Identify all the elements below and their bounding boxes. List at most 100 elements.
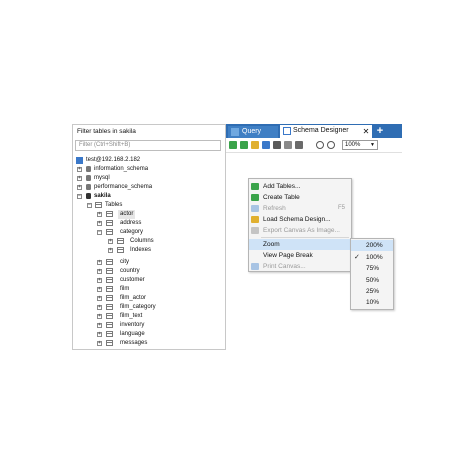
export-image-icon[interactable] bbox=[284, 141, 292, 149]
tree-table-node[interactable]: + film bbox=[75, 285, 225, 294]
expand-icon[interactable]: + bbox=[97, 269, 102, 274]
tree-tables-folder[interactable]: − Tables bbox=[75, 201, 225, 210]
expand-icon[interactable]: + bbox=[77, 185, 82, 190]
expand-icon[interactable]: + bbox=[77, 167, 82, 172]
collapse-icon[interactable]: − bbox=[97, 230, 102, 235]
menu-item-create-table[interactable]: Create Table bbox=[249, 192, 351, 203]
table-icon bbox=[106, 340, 113, 346]
menu-item-label: Add Tables... bbox=[263, 183, 301, 190]
zoom-option[interactable]: 25% bbox=[351, 286, 393, 297]
expand-icon[interactable]: + bbox=[97, 287, 102, 292]
server-label: test@192.168.2.182 bbox=[86, 157, 141, 163]
table-icon bbox=[106, 313, 113, 319]
tree-db-node[interactable]: + information_schema bbox=[75, 165, 225, 174]
expand-icon[interactable]: + bbox=[97, 296, 102, 301]
expand-icon[interactable]: + bbox=[97, 323, 102, 328]
zoom-in-icon[interactable] bbox=[316, 141, 324, 149]
tree-table-node[interactable]: + inventory bbox=[75, 321, 225, 330]
zoom-option[interactable]: 50% bbox=[351, 275, 393, 286]
menu-item-export-canvas[interactable]: Export Canvas As Image... bbox=[249, 225, 351, 236]
menu-item-print-canvas[interactable]: Print Canvas... bbox=[249, 261, 351, 271]
tree-table-node[interactable]: + city bbox=[75, 258, 225, 267]
expand-icon[interactable]: + bbox=[97, 305, 102, 310]
tree-db-node-sakila[interactable]: − sakila bbox=[75, 192, 225, 201]
tree-table-node[interactable]: + country bbox=[75, 267, 225, 276]
table-label: inventory bbox=[120, 322, 145, 328]
print-icon[interactable] bbox=[295, 141, 303, 149]
table-icon bbox=[106, 295, 113, 301]
table-icon bbox=[106, 277, 113, 283]
zoom-option[interactable]: 10% bbox=[351, 297, 393, 308]
expand-icon[interactable]: + bbox=[97, 221, 102, 226]
expand-icon[interactable]: + bbox=[97, 278, 102, 283]
collapse-icon[interactable]: − bbox=[77, 194, 82, 199]
tree-db-node[interactable]: + performance_schema bbox=[75, 183, 225, 192]
open-folder-icon[interactable] bbox=[251, 141, 259, 149]
tables-folder-icon bbox=[95, 202, 102, 208]
menu-item-view-page-break[interactable]: View Page Break bbox=[249, 250, 351, 261]
tree-table-node[interactable]: + messages bbox=[75, 339, 225, 348]
menu-separator bbox=[261, 237, 349, 238]
tree-columns-node[interactable]: + Columns bbox=[75, 237, 225, 246]
zoom-option[interactable]: 75% bbox=[351, 263, 393, 274]
menu-item-zoom[interactable]: Zoom bbox=[249, 239, 351, 250]
expand-icon[interactable]: + bbox=[77, 176, 82, 181]
expand-icon[interactable]: + bbox=[97, 314, 102, 319]
save-icon[interactable] bbox=[273, 141, 281, 149]
columns-icon bbox=[117, 238, 124, 244]
expand-icon[interactable]: + bbox=[97, 260, 102, 265]
refresh-icon[interactable] bbox=[262, 141, 270, 149]
table-icon bbox=[106, 268, 113, 274]
collapse-icon[interactable]: − bbox=[87, 203, 92, 208]
zoom-option[interactable]: ✓ 100% bbox=[351, 252, 393, 263]
schema-designer-icon bbox=[283, 127, 291, 135]
zoom-option-label: 75% bbox=[366, 265, 380, 272]
menu-item-refresh[interactable]: Refresh F5 bbox=[249, 203, 351, 214]
tree-server-node[interactable]: test@192.168.2.182 bbox=[75, 156, 225, 165]
tab-query-label: Query bbox=[242, 128, 262, 135]
menu-item-label: Load Schema Design... bbox=[263, 216, 331, 223]
close-tab-icon[interactable]: ✕ bbox=[362, 127, 370, 136]
create-table-icon[interactable] bbox=[240, 141, 248, 149]
table-icon bbox=[106, 211, 113, 217]
tree-table-node[interactable]: + actor bbox=[75, 210, 225, 219]
menu-item-load-schema-design[interactable]: Load Schema Design... bbox=[249, 214, 351, 225]
menu-item-add-tables[interactable]: Add Tables... bbox=[249, 181, 351, 192]
tab-schema-designer[interactable]: Schema Designer bbox=[280, 125, 372, 138]
tree-indexes-node[interactable]: + Indexes bbox=[75, 246, 225, 255]
tree-table-node[interactable]: + film_category bbox=[75, 303, 225, 312]
zoom-value: 100% bbox=[345, 142, 361, 148]
zoom-option-label: 50% bbox=[366, 277, 380, 284]
expand-icon[interactable]: + bbox=[108, 248, 113, 253]
expand-icon[interactable]: + bbox=[97, 212, 102, 217]
tree-table-node[interactable]: + address bbox=[75, 219, 225, 228]
expand-icon[interactable]: + bbox=[97, 332, 102, 337]
zoom-option-label: 200% bbox=[366, 242, 383, 249]
add-tables-icon[interactable] bbox=[229, 141, 237, 149]
database-icon bbox=[86, 193, 91, 199]
tree-table-node[interactable]: + film_text bbox=[75, 312, 225, 321]
database-icon bbox=[86, 175, 91, 181]
menu-item-label: Refresh bbox=[263, 205, 286, 212]
export-image-icon bbox=[251, 227, 259, 234]
add-tab-icon[interactable]: + bbox=[374, 125, 386, 137]
expand-icon[interactable]: + bbox=[108, 239, 113, 244]
tree-table-node[interactable]: + language bbox=[75, 330, 225, 339]
zoom-option-label: 25% bbox=[366, 288, 380, 295]
tree-table-node[interactable]: + film_actor bbox=[75, 294, 225, 303]
query-icon bbox=[231, 128, 239, 136]
tab-query[interactable]: Query bbox=[228, 126, 278, 138]
tree-table-node[interactable]: + customer bbox=[75, 276, 225, 285]
tables-label: Tables bbox=[105, 202, 123, 208]
tree-table-node[interactable]: − category bbox=[75, 228, 225, 237]
tree-db-node[interactable]: + mysql bbox=[75, 174, 225, 183]
zoom-option[interactable]: 200% bbox=[351, 240, 393, 251]
table-label: film_text bbox=[120, 313, 143, 319]
db-label: sakila bbox=[94, 193, 111, 199]
zoom-select[interactable]: 100% ▼ bbox=[342, 140, 378, 150]
table-label: actor bbox=[118, 210, 136, 219]
zoom-out-icon[interactable] bbox=[327, 141, 335, 149]
expand-icon[interactable]: + bbox=[97, 341, 102, 346]
menu-item-label: Print Canvas... bbox=[263, 263, 306, 270]
filter-input[interactable]: Filter (Ctrl+Shift+B) bbox=[75, 140, 221, 151]
